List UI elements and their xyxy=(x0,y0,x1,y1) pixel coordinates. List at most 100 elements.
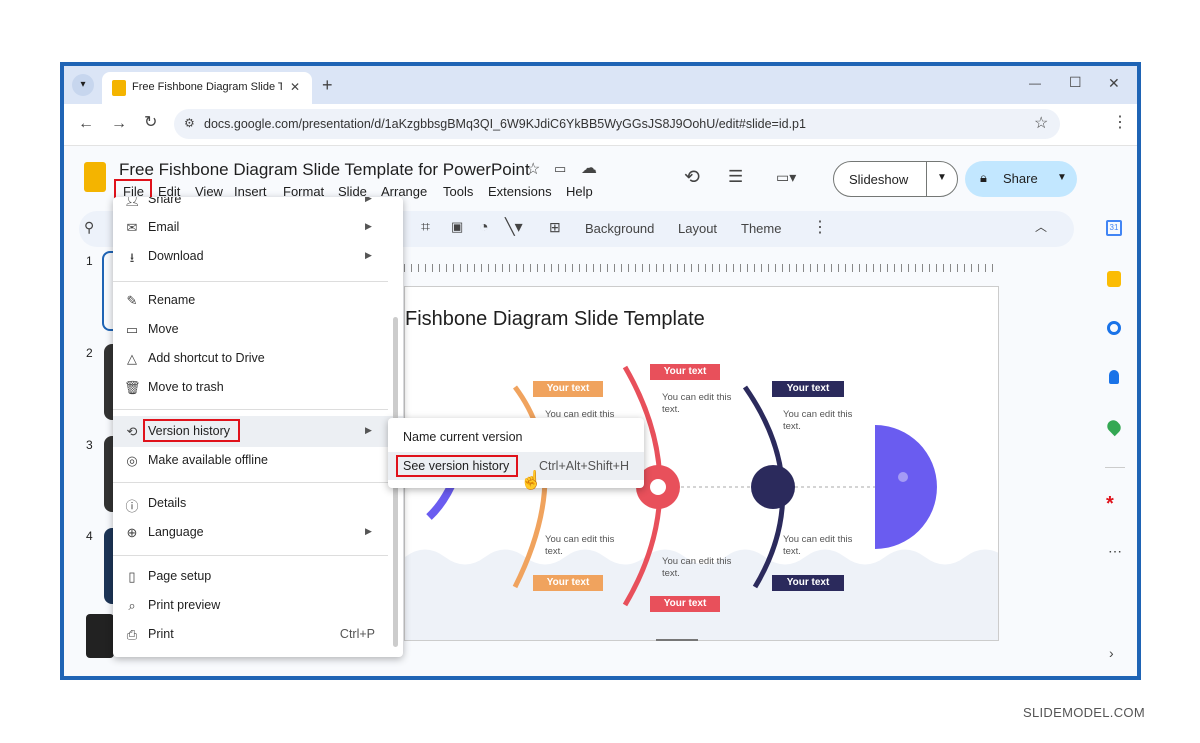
history-icon: ⟲ xyxy=(126,424,138,439)
menu-item-details[interactable]: ⓘ Details xyxy=(113,489,403,518)
layout-button[interactable]: Layout xyxy=(678,221,717,236)
site-info-icon[interactable]: ⚙ xyxy=(184,117,195,129)
menu-item-rename[interactable]: ✎ Rename xyxy=(113,286,403,315)
page-setup-icon: ▯ xyxy=(128,569,136,584)
line-icon[interactable]: ╲▾ xyxy=(505,220,523,236)
body-text[interactable]: You can edit this text. xyxy=(662,556,742,580)
menu-tools[interactable]: Tools xyxy=(443,184,473,199)
submenu-arrow-icon: ▶ xyxy=(365,221,372,231)
menu-item-language[interactable]: ⊕ Language ▶ xyxy=(113,518,403,547)
menu-item-share[interactable]: 👤︎ Share ▶ xyxy=(113,197,403,214)
calendar-icon[interactable]: 31 xyxy=(1106,220,1122,236)
lock-icon: 🔒︎ xyxy=(980,170,987,185)
side-panel: 31 * ⋯ › xyxy=(1099,146,1137,676)
url-text: docs.google.com/presentation/d/1aKzgbbsg… xyxy=(204,117,806,131)
minimize-button[interactable]: — xyxy=(1029,77,1041,89)
slide-number: 3 xyxy=(86,438,93,452)
notes-resize-handle[interactable] xyxy=(656,639,698,641)
name-current-version-item[interactable]: Name current version xyxy=(403,430,523,444)
label-red-bottom[interactable]: Your text xyxy=(650,596,720,612)
menu-item-label: Make available offline xyxy=(148,453,268,467)
slideshow-divider xyxy=(926,162,927,196)
move-folder-icon[interactable]: ▭ xyxy=(554,162,566,175)
image-icon[interactable]: ▣ xyxy=(451,220,463,233)
browser-menu-icon[interactable]: ⋮ xyxy=(1112,115,1128,131)
menu-divider xyxy=(113,555,388,556)
back-icon[interactable]: ← xyxy=(78,116,94,132)
body-text[interactable]: You can edit this text. xyxy=(783,409,863,433)
comment-add-icon[interactable]: ⊞ xyxy=(549,220,561,234)
email-icon: ✉ xyxy=(126,220,138,235)
expand-panel-icon[interactable]: › xyxy=(1109,646,1114,660)
forward-icon[interactable]: → xyxy=(111,116,127,132)
menu-item-print[interactable]: ⎙ Print Ctrl+P xyxy=(113,620,403,649)
close-window-button[interactable]: ✕ xyxy=(1108,76,1120,90)
menu-item-offline[interactable]: ◎ Make available offline xyxy=(113,446,403,475)
menu-item-label: Add shortcut to Drive xyxy=(148,351,265,365)
tab-strip: ▾ Free Fishbone Diagram Slide Te ✕ + — ☐… xyxy=(64,66,1137,104)
label-orange-bottom[interactable]: Your text xyxy=(533,575,603,591)
label-orange-top[interactable]: Your text xyxy=(533,381,603,397)
slideshow-options-chevron-icon[interactable]: ▼ xyxy=(937,172,947,183)
slides-favicon-icon xyxy=(112,80,126,96)
menu-help[interactable]: Help xyxy=(566,184,593,199)
shape-icon[interactable]: ◔ xyxy=(479,220,489,236)
ruler xyxy=(404,264,999,272)
menu-item-label: Move to trash xyxy=(148,380,224,394)
label-red-top[interactable]: Your text xyxy=(650,364,720,380)
menu-item-label: Print preview xyxy=(148,598,221,612)
offline-check-icon: ◎ xyxy=(126,453,138,468)
menu-item-page-setup[interactable]: ▯ Page setup xyxy=(113,562,403,591)
star-icon[interactable]: ☆ xyxy=(526,162,540,178)
maximize-button[interactable]: ☐ xyxy=(1069,75,1082,89)
more-options-icon[interactable]: ⋮ xyxy=(812,220,828,236)
version-history-icon[interactable]: ⟲ xyxy=(684,168,700,187)
menu-item-download[interactable]: ⭳ Download ▶ xyxy=(113,242,403,271)
comments-icon[interactable]: ☰ xyxy=(728,168,743,185)
menu-item-label: Details xyxy=(148,496,187,510)
slideshow-button[interactable]: Slideshow xyxy=(849,172,908,187)
addon-asterisk-icon[interactable]: * xyxy=(1106,493,1114,516)
trash-icon: 🗑︎ xyxy=(124,380,141,395)
menu-item-trash[interactable]: 🗑︎ Move to trash xyxy=(113,373,403,402)
share-button[interactable]: Share xyxy=(1003,171,1038,186)
share-options-chevron-icon[interactable]: ▼ xyxy=(1057,172,1067,183)
menu-item-label: Email xyxy=(148,220,180,234)
menu-divider xyxy=(113,281,388,282)
select-icon[interactable]: ⌗ xyxy=(421,220,430,236)
notification-chip[interactable] xyxy=(86,614,114,658)
label-navy-top[interactable]: Your text xyxy=(772,381,844,397)
menu-extensions[interactable]: Extensions xyxy=(488,184,552,199)
contacts-icon[interactable] xyxy=(1109,370,1119,384)
menu-item-add-shortcut[interactable]: △ Add shortcut to Drive xyxy=(113,344,403,373)
tab-search-button[interactable]: ▾ xyxy=(72,74,94,96)
more-addons-icon[interactable]: ⋯ xyxy=(1108,544,1122,558)
file-menu: 👤︎ Share ▶ ✉ Email ▶ ⭳ Download ▶ ✎ Rena… xyxy=(113,197,403,657)
label-navy-bottom[interactable]: Your text xyxy=(772,575,844,591)
body-text[interactable]: You can edit this text. xyxy=(783,534,863,558)
address-bar[interactable]: ⚙ docs.google.com/presentation/d/1aKzgbb… xyxy=(174,109,1060,139)
download-icon: ⭳ xyxy=(129,250,135,265)
reload-icon[interactable]: ↻ xyxy=(144,115,157,131)
body-text[interactable]: You can edit this text. xyxy=(545,534,625,558)
menu-item-print-preview[interactable]: ⌕ Print preview xyxy=(113,591,403,620)
meet-camera-icon[interactable]: ▭▾ xyxy=(776,170,796,184)
see-version-history-highlight xyxy=(396,455,518,477)
menu-item-move[interactable]: ▭ Move xyxy=(113,315,403,344)
new-tab-button[interactable]: + xyxy=(322,76,333,94)
slide-number: 4 xyxy=(86,529,93,543)
maps-icon[interactable] xyxy=(1104,417,1124,437)
body-text[interactable]: You can edit this text. xyxy=(662,392,742,416)
theme-button[interactable]: Theme xyxy=(741,221,781,236)
keep-icon[interactable] xyxy=(1107,271,1121,287)
document-title[interactable]: Free Fishbone Diagram Slide Template for… xyxy=(119,160,530,180)
browser-tab[interactable]: Free Fishbone Diagram Slide Te ✕ xyxy=(102,72,312,104)
tasks-icon[interactable] xyxy=(1107,321,1121,335)
background-button[interactable]: Background xyxy=(585,221,654,236)
bookmark-star-icon[interactable]: ☆ xyxy=(1034,116,1048,132)
close-tab-icon[interactable]: ✕ xyxy=(290,81,300,93)
watermark: SLIDEMODEL.COM xyxy=(1023,705,1145,720)
search-menus-icon[interactable]: ⚲ xyxy=(84,220,94,234)
menu-item-email[interactable]: ✉ Email ▶ xyxy=(113,213,403,242)
collapse-chevron-icon[interactable]: ︿ xyxy=(1035,221,1047,233)
